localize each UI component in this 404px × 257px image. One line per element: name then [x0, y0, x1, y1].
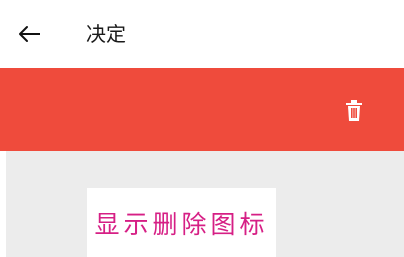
show-delete-icon-label: 显示删除图标: [94, 209, 269, 239]
header: 决定: [0, 0, 404, 68]
trash-icon[interactable]: [345, 100, 363, 122]
app-window: 决定 显示删除图标: [0, 0, 404, 257]
action-bar: [0, 68, 404, 151]
label-card: 显示删除图标: [87, 188, 276, 257]
arrow-left-icon: [19, 26, 40, 42]
back-button[interactable]: [14, 20, 46, 48]
page-title: 决定: [86, 22, 126, 46]
content-area: 显示删除图标: [6, 151, 404, 257]
